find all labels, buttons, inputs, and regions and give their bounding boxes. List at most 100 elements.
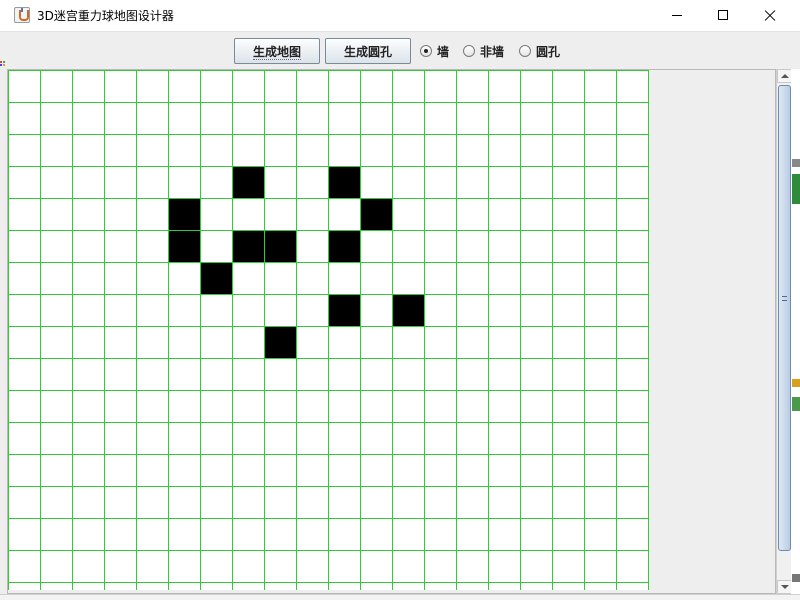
empty-cell[interactable] bbox=[360, 518, 393, 551]
empty-cell[interactable] bbox=[520, 70, 553, 103]
maximize-button[interactable] bbox=[700, 0, 746, 31]
empty-cell[interactable] bbox=[136, 486, 169, 519]
empty-cell[interactable] bbox=[360, 102, 393, 135]
empty-cell[interactable] bbox=[616, 198, 649, 231]
empty-cell[interactable] bbox=[8, 134, 41, 167]
empty-cell[interactable] bbox=[488, 358, 521, 391]
empty-cell[interactable] bbox=[456, 134, 489, 167]
empty-cell[interactable] bbox=[360, 326, 393, 359]
empty-cell[interactable] bbox=[104, 102, 137, 135]
empty-cell[interactable] bbox=[616, 486, 649, 519]
empty-cell[interactable] bbox=[168, 102, 201, 135]
empty-cell[interactable] bbox=[488, 518, 521, 551]
empty-cell[interactable] bbox=[488, 422, 521, 455]
empty-cell[interactable] bbox=[264, 422, 297, 455]
empty-cell[interactable] bbox=[520, 422, 553, 455]
empty-cell[interactable] bbox=[584, 230, 617, 263]
empty-cell[interactable] bbox=[520, 358, 553, 391]
empty-cell[interactable] bbox=[328, 70, 361, 103]
empty-cell[interactable] bbox=[584, 198, 617, 231]
empty-cell[interactable] bbox=[584, 102, 617, 135]
empty-cell[interactable] bbox=[40, 70, 73, 103]
empty-cell[interactable] bbox=[296, 326, 329, 359]
empty-cell[interactable] bbox=[40, 134, 73, 167]
empty-cell[interactable] bbox=[136, 358, 169, 391]
empty-cell[interactable] bbox=[296, 102, 329, 135]
empty-cell[interactable] bbox=[200, 134, 233, 167]
empty-cell[interactable] bbox=[456, 326, 489, 359]
empty-cell[interactable] bbox=[8, 358, 41, 391]
empty-cell[interactable] bbox=[40, 422, 73, 455]
empty-cell[interactable] bbox=[424, 166, 457, 199]
empty-cell[interactable] bbox=[616, 358, 649, 391]
empty-cell[interactable] bbox=[424, 198, 457, 231]
empty-cell[interactable] bbox=[232, 550, 265, 583]
empty-cell[interactable] bbox=[168, 70, 201, 103]
empty-cell[interactable] bbox=[392, 230, 425, 263]
empty-cell[interactable] bbox=[424, 454, 457, 487]
empty-cell[interactable] bbox=[136, 262, 169, 295]
empty-cell[interactable] bbox=[264, 550, 297, 583]
empty-cell[interactable] bbox=[552, 422, 585, 455]
empty-cell[interactable] bbox=[488, 166, 521, 199]
empty-cell[interactable] bbox=[552, 262, 585, 295]
empty-cell[interactable] bbox=[200, 358, 233, 391]
wall-cell[interactable] bbox=[328, 294, 361, 327]
empty-cell[interactable] bbox=[136, 518, 169, 551]
empty-cell[interactable] bbox=[104, 550, 137, 583]
empty-cell[interactable] bbox=[392, 166, 425, 199]
empty-cell[interactable] bbox=[392, 358, 425, 391]
empty-cell[interactable] bbox=[104, 134, 137, 167]
empty-cell[interactable] bbox=[72, 454, 105, 487]
empty-cell[interactable] bbox=[360, 486, 393, 519]
empty-cell[interactable] bbox=[616, 230, 649, 263]
empty-cell[interactable] bbox=[488, 262, 521, 295]
empty-cell[interactable] bbox=[328, 326, 361, 359]
empty-cell[interactable] bbox=[424, 134, 457, 167]
empty-cell[interactable] bbox=[424, 326, 457, 359]
empty-cell[interactable] bbox=[488, 294, 521, 327]
scroll-thumb[interactable] bbox=[778, 85, 791, 551]
empty-cell[interactable] bbox=[552, 102, 585, 135]
empty-cell[interactable] bbox=[392, 198, 425, 231]
empty-cell[interactable] bbox=[456, 198, 489, 231]
empty-cell[interactable] bbox=[584, 422, 617, 455]
empty-cell[interactable] bbox=[520, 198, 553, 231]
empty-cell[interactable] bbox=[104, 230, 137, 263]
empty-cell[interactable] bbox=[392, 102, 425, 135]
wall-cell[interactable] bbox=[328, 230, 361, 263]
empty-cell[interactable] bbox=[584, 358, 617, 391]
empty-cell[interactable] bbox=[232, 582, 265, 591]
empty-cell[interactable] bbox=[360, 262, 393, 295]
empty-cell[interactable] bbox=[72, 294, 105, 327]
empty-cell[interactable] bbox=[520, 230, 553, 263]
empty-cell[interactable] bbox=[616, 294, 649, 327]
empty-cell[interactable] bbox=[296, 518, 329, 551]
empty-cell[interactable] bbox=[8, 294, 41, 327]
empty-cell[interactable] bbox=[616, 582, 649, 591]
empty-cell[interactable] bbox=[520, 134, 553, 167]
scroll-up-arrow-icon[interactable] bbox=[777, 69, 792, 83]
empty-cell[interactable] bbox=[136, 198, 169, 231]
empty-cell[interactable] bbox=[136, 70, 169, 103]
empty-cell[interactable] bbox=[72, 550, 105, 583]
empty-cell[interactable] bbox=[616, 518, 649, 551]
empty-cell[interactable] bbox=[104, 518, 137, 551]
empty-cell[interactable] bbox=[136, 454, 169, 487]
empty-cell[interactable] bbox=[616, 390, 649, 423]
empty-cell[interactable] bbox=[72, 134, 105, 167]
empty-cell[interactable] bbox=[488, 486, 521, 519]
empty-cell[interactable] bbox=[328, 390, 361, 423]
empty-cell[interactable] bbox=[392, 518, 425, 551]
empty-cell[interactable] bbox=[104, 166, 137, 199]
empty-cell[interactable] bbox=[8, 102, 41, 135]
empty-cell[interactable] bbox=[296, 166, 329, 199]
empty-cell[interactable] bbox=[456, 486, 489, 519]
empty-cell[interactable] bbox=[328, 582, 361, 591]
empty-cell[interactable] bbox=[360, 230, 393, 263]
empty-cell[interactable] bbox=[616, 454, 649, 487]
empty-cell[interactable] bbox=[488, 550, 521, 583]
empty-cell[interactable] bbox=[296, 70, 329, 103]
empty-cell[interactable] bbox=[264, 102, 297, 135]
empty-cell[interactable] bbox=[40, 102, 73, 135]
